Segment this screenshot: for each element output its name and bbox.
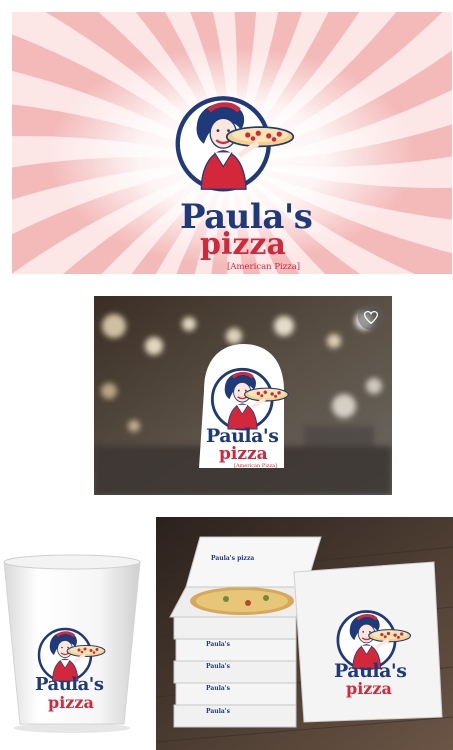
- box-lid: Paula's pizza: [293, 561, 443, 723]
- svg-text:Paula's: Paula's: [206, 663, 231, 670]
- pizza-box-mockup: Paula's Paula's Paula's Paula's Paula's …: [156, 517, 453, 750]
- svg-text:pizza: pizza: [346, 679, 392, 698]
- cup-mockup: Paula's pizza: [0, 548, 150, 733]
- svg-text:Paula's: Paula's: [35, 674, 104, 695]
- svg-text:Paula's: Paula's: [206, 641, 231, 648]
- svg-text:pizza: pizza: [219, 444, 268, 464]
- brand-product: pizza: [200, 227, 286, 262]
- hero-banner: Paula's pizza [American Pizza]: [12, 12, 452, 274]
- svg-text:Paula's: Paula's: [206, 708, 231, 715]
- heart-icon: [364, 310, 378, 324]
- svg-text:Paula's pizza: Paula's pizza: [211, 555, 254, 562]
- favorite-button[interactable]: [358, 304, 384, 330]
- svg-text:[American Pizza]: [American Pizza]: [234, 463, 277, 469]
- svg-text:pizza: pizza: [48, 693, 94, 712]
- window-decal: Paula's pizza [American Pizza]: [199, 344, 291, 469]
- sunburst-background: Paula's pizza [American Pizza]: [12, 12, 452, 274]
- svg-text:Paula's: Paula's: [206, 685, 231, 692]
- storefront-mockup: Paula's pizza [American Pizza]: [94, 296, 392, 495]
- brand-tagline: [American Pizza]: [227, 262, 300, 272]
- bokeh-background: Paula's pizza [American Pizza]: [94, 296, 392, 495]
